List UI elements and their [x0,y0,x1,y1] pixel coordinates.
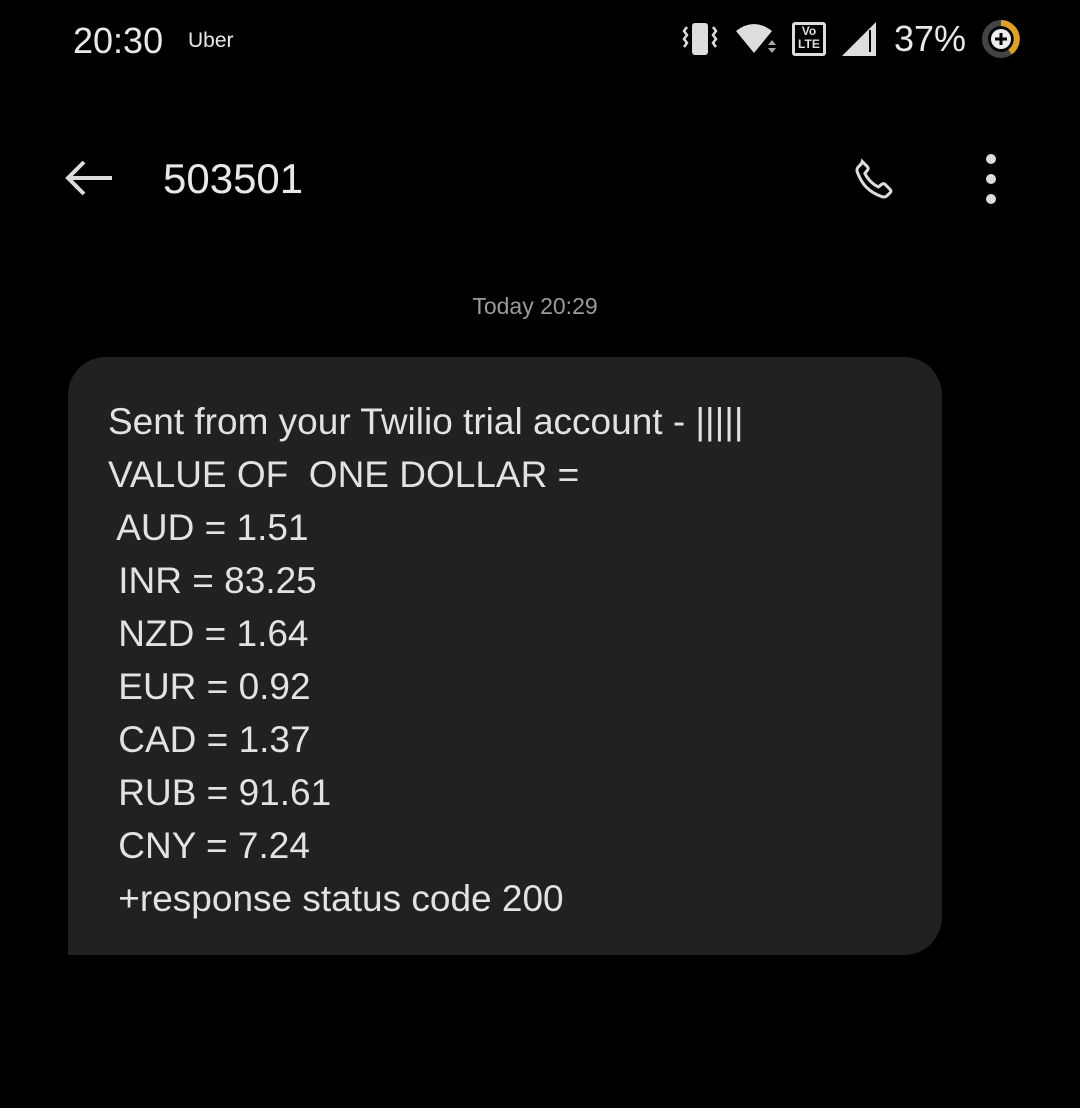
notification-uber: Uber [188,29,234,52]
message-line: +response status code 200 [108,878,564,919]
message-line: AUD = 1.51 [108,507,309,548]
message-timestamp: Today 20:29 [472,293,598,319]
vibrate-icon [682,23,718,55]
message-line: INR = 83.25 [108,560,317,601]
message-bubble[interactable]: Sent from your Twilio trial account - ||… [68,357,942,955]
battery-saver-icon [982,20,1020,58]
conversation-title: 503501 [163,155,304,202]
message-line: CNY = 7.24 [108,825,310,866]
message-line: Sent from your Twilio trial account - ||… [108,401,744,442]
back-arrow-icon[interactable] [62,158,116,198]
message-line: NZD = 1.64 [108,613,309,654]
battery-percent: 37% [893,18,966,59]
message-line: VALUE OF ONE DOLLAR = [108,454,580,495]
volte-icon: Vo LTE [791,22,826,56]
signal-icon [841,22,876,56]
wifi-icon [735,24,776,53]
message-line: RUB = 91.61 [108,772,332,813]
phone-icon[interactable] [848,154,900,206]
status-bar: 20:30 Uber Vo LTE 37% [0,0,1080,84]
more-vert-icon[interactable] [976,152,1006,208]
message-line: EUR = 0.92 [108,666,311,707]
status-time: 20:30 [73,20,164,61]
app-bar: 503501 [0,140,1080,220]
message-line: CAD = 1.37 [108,719,311,760]
